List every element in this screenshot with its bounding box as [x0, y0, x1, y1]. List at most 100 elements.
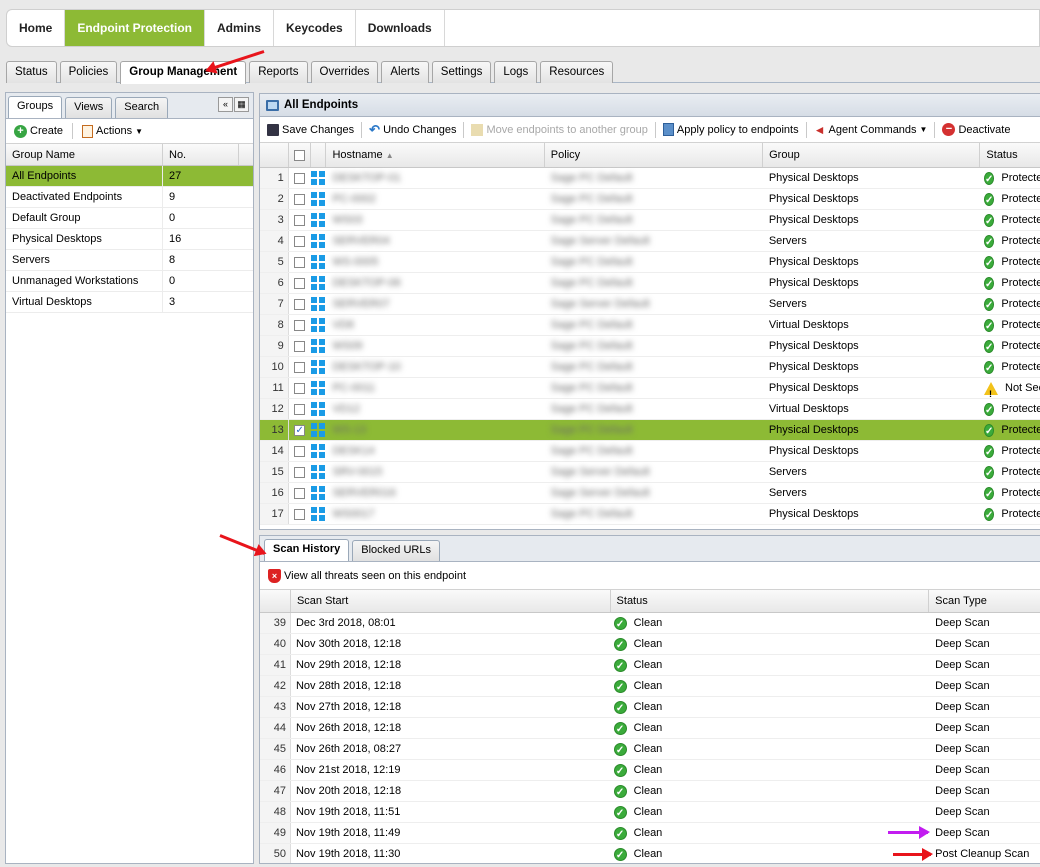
windows-icon	[310, 357, 327, 377]
group-row[interactable]: Physical Desktops 16	[6, 229, 253, 250]
scan-row[interactable]: 42 Nov 28th 2018, 12:18 ✓ Clean Deep Scan	[260, 676, 1040, 697]
actions-button[interactable]: Actions ▼	[79, 121, 146, 141]
col-policy[interactable]: Policy	[545, 143, 764, 167]
row-checkbox[interactable]	[289, 294, 311, 314]
scan-row[interactable]: 44 Nov 26th 2018, 12:18 ✓ Clean Deep Scan	[260, 718, 1040, 739]
endpoint-row[interactable]: 6 DESKTOP-06 Sage PC Default Physical Deskt…	[260, 273, 1040, 294]
row-checkbox[interactable]	[289, 168, 311, 188]
endpoint-row[interactable]: 3 WS03 Sage PC Default Physical Desktops ✓ Pr…	[260, 210, 1040, 231]
group-row[interactable]: Virtual Desktops 3	[6, 292, 253, 313]
tab-views[interactable]: Views	[65, 97, 113, 118]
row-checkbox[interactable]	[289, 210, 311, 230]
add-icon: +	[14, 124, 27, 138]
row-checkbox[interactable]	[289, 504, 311, 524]
scan-row[interactable]: 43 Nov 27th 2018, 12:18 ✓ Clean Deep Scan	[260, 697, 1040, 718]
tab-logs[interactable]: Logs	[494, 61, 538, 83]
expand-icon[interactable]: ▦	[234, 97, 249, 112]
hostname-cell: DESKTOP-10	[332, 361, 401, 373]
endpoint-row[interactable]: 11 PC-0011 Sage PC Default Physical Desktop…	[260, 378, 1040, 399]
nav-admins[interactable]: Admins	[205, 10, 275, 46]
row-checkbox[interactable]	[289, 189, 311, 209]
endpoint-row[interactable]: 16 SERVER016 Sage Server Default Servers ✓ Pr…	[260, 483, 1040, 504]
scan-row[interactable]: 47 Nov 20th 2018, 12:18 ✓ Clean Deep Scan	[260, 781, 1040, 802]
col-group[interactable]: Group	[763, 143, 981, 167]
row-number: 6	[260, 273, 289, 293]
endpoint-row[interactable]: 10 DESKTOP-10 Sage PC Default Physical Desk…	[260, 357, 1040, 378]
row-checkbox[interactable]	[289, 378, 311, 398]
group-row[interactable]: Unmanaged Workstations 0	[6, 271, 253, 292]
nav-home[interactable]: Home	[7, 10, 66, 46]
windows-icon	[310, 168, 327, 188]
tab-groups[interactable]: Groups	[8, 96, 63, 118]
view-threats-link[interactable]: × View all threats seen on this endpoint	[265, 566, 469, 586]
nav-endpoint-protection[interactable]: Endpoint Protection	[65, 10, 205, 46]
group-row[interactable]: Deactivated Endpoints 9	[6, 187, 253, 208]
row-checkbox[interactable]	[289, 357, 311, 377]
scan-row[interactable]: 45 Nov 26th 2018, 08:27 ✓ Clean Deep Scan	[260, 739, 1040, 760]
tab-scan-history[interactable]: Scan History	[264, 539, 350, 561]
tab-status[interactable]: Status	[6, 61, 57, 83]
group-row[interactable]: All Endpoints 27	[6, 166, 253, 187]
row-checkbox[interactable]	[289, 273, 311, 293]
tab-blocked-urls[interactable]: Blocked URLs	[352, 540, 440, 561]
apply-policy-button[interactable]: Apply policy to endpoints	[660, 120, 802, 140]
endpoint-row[interactable]: 1 DESKTOP-01 Sage PC Default Physical Deskt…	[260, 168, 1040, 189]
col-group-name[interactable]: Group Name	[6, 144, 163, 165]
select-all-checkbox[interactable]	[289, 143, 311, 167]
endpoint-row[interactable]: 2 PC-0002 Sage PC Default Physical Desktops…	[260, 189, 1040, 210]
scan-row[interactable]: 46 Nov 21st 2018, 12:19 ✓ Clean Deep Scan	[260, 760, 1040, 781]
endpoint-row[interactable]: 9 WS09 Sage PC Default Physical Desktops ✓ Pr…	[260, 336, 1040, 357]
row-checkbox[interactable]	[289, 483, 311, 503]
agent-commands-button[interactable]: ◄ Agent Commands ▼	[811, 120, 931, 140]
scan-row[interactable]: 40 Nov 30th 2018, 12:18 ✓ Clean Deep Scan	[260, 634, 1040, 655]
endpoint-row[interactable]: 13 ✓ WS-13 Sage PC Default Physical Desktops…	[260, 420, 1040, 441]
scan-row[interactable]: 39 Dec 3rd 2018, 08:01 ✓ Clean Deep Scan	[260, 613, 1040, 634]
endpoint-row[interactable]: 12 VD12 Sage PC Default Virtual Desktops ✓ Pr…	[260, 399, 1040, 420]
group-row[interactable]: Servers 8	[6, 250, 253, 271]
endpoint-row[interactable]: 5 WS-0005 Sage PC Default Physical Desktops…	[260, 252, 1040, 273]
tab-overrides[interactable]: Overrides	[310, 61, 379, 83]
endpoint-row[interactable]: 8 VD8 Sage PC Default Virtual Desktops ✓ Prot…	[260, 315, 1040, 336]
row-checkbox[interactable]	[289, 462, 311, 482]
col-scan-status[interactable]: Status	[611, 590, 930, 612]
row-checkbox[interactable]	[289, 336, 311, 356]
move-endpoints-button[interactable]: Move endpoints to another group	[468, 120, 650, 140]
row-checkbox[interactable]	[289, 231, 311, 251]
tab-resources[interactable]: Resources	[540, 61, 614, 83]
tab-alerts[interactable]: Alerts	[381, 61, 429, 83]
row-number: 13	[260, 420, 289, 440]
row-checkbox[interactable]	[289, 399, 311, 419]
save-changes-button[interactable]: Save Changes	[264, 120, 357, 140]
nav-keycodes[interactable]: Keycodes	[274, 10, 356, 46]
col-count[interactable]: No.	[163, 144, 239, 165]
col-hostname[interactable]: Hostname ▲	[326, 143, 545, 167]
tab-settings[interactable]: Settings	[431, 61, 492, 83]
tab-policies[interactable]: Policies	[59, 61, 118, 83]
collapse-left-icon[interactable]: «	[218, 97, 233, 112]
undo-changes-button[interactable]: ↶ Undo Changes	[366, 120, 459, 140]
row-checkbox[interactable]	[289, 252, 311, 272]
group-row[interactable]: Default Group 0	[6, 208, 253, 229]
endpoint-row[interactable]: 15 SRV-0015 Sage Server Default Servers ✓ Pro…	[260, 462, 1040, 483]
check-icon: ✓	[613, 847, 627, 861]
deactivate-button[interactable]: − Deactivate	[939, 120, 1013, 140]
scan-row[interactable]: 48 Nov 19th 2018, 11:51 ✓ Clean Deep Scan	[260, 802, 1040, 823]
row-checkbox[interactable]: ✓	[289, 420, 311, 440]
rownum-header	[260, 590, 291, 612]
col-scan-type[interactable]: Scan Type	[929, 590, 1040, 612]
endpoint-row[interactable]: 7 SERVER07 Sage Server Default Servers ✓ Prot…	[260, 294, 1040, 315]
tab-search[interactable]: Search	[115, 97, 169, 118]
row-checkbox[interactable]	[289, 315, 311, 335]
create-button[interactable]: + Create	[11, 121, 66, 141]
endpoint-row[interactable]: 14 DESK14 Sage PC Default Physical Desktops…	[260, 441, 1040, 462]
col-status[interactable]: Status	[980, 143, 1040, 167]
col-scan-start[interactable]: Scan Start	[291, 590, 611, 612]
undo-icon: ↶	[369, 121, 381, 137]
scan-row[interactable]: 41 Nov 29th 2018, 12:18 ✓ Clean Deep Scan	[260, 655, 1040, 676]
tab-reports[interactable]: Reports	[249, 61, 308, 83]
rownum-header	[260, 143, 289, 167]
nav-downloads[interactable]: Downloads	[356, 10, 445, 46]
row-checkbox[interactable]	[289, 441, 311, 461]
endpoint-row[interactable]: 4 SERVER04 Sage Server Default Servers ✓ Prot…	[260, 231, 1040, 252]
endpoint-row[interactable]: 17 WS0017 Sage PC Default Physical Desktops…	[260, 504, 1040, 525]
